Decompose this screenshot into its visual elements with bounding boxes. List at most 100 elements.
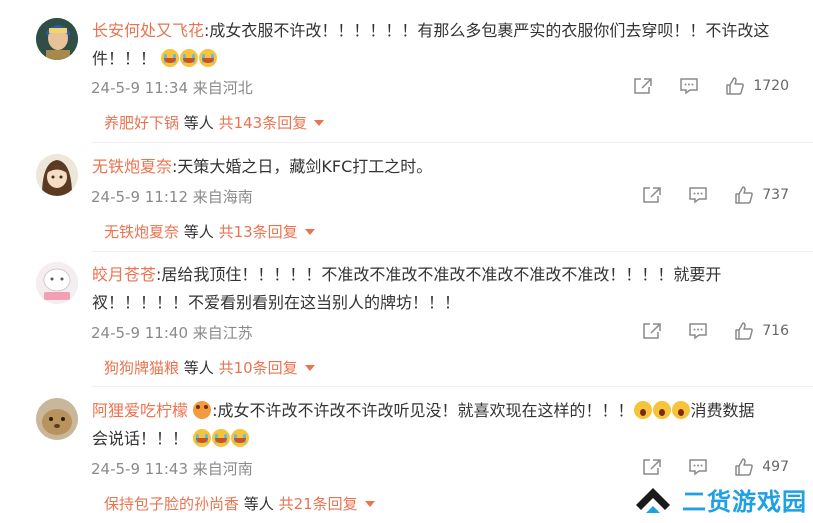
reply-username[interactable]: 狗狗牌猫粮 bbox=[104, 359, 179, 377]
comment-meta: 24-5-9 11:43 来自河南 bbox=[91, 458, 253, 479]
share-icon bbox=[643, 459, 662, 475]
like-count: 497 bbox=[762, 459, 789, 475]
comment-source: 来自河北 bbox=[192, 79, 253, 97]
comment-text: 阿狸爱吃柠檬 :成女不许改不许改不许改听见没！就喜欢现在这样的！！！ 消费数据 会… bbox=[92, 397, 792, 453]
reply-total[interactable]: 共13条回复 bbox=[219, 223, 298, 241]
comment-actions: 737 bbox=[616, 186, 789, 204]
like-button[interactable]: 1720 bbox=[725, 77, 789, 95]
shocked-emoji bbox=[652, 401, 671, 419]
comment-actions: 1720 bbox=[607, 77, 789, 95]
comment-button[interactable] bbox=[688, 322, 708, 340]
reply-total[interactable]: 共143条回复 bbox=[219, 114, 308, 132]
reply-username[interactable]: 无铁炮夏奈 bbox=[104, 223, 179, 241]
caret-down-icon bbox=[364, 501, 375, 507]
comment-body-line2: 会说话！！！ bbox=[92, 429, 189, 448]
share-button[interactable] bbox=[642, 458, 662, 476]
comment-body-line2: 衩！！！！！不爱看别看别在这当别人的牌坊！！！ bbox=[92, 293, 461, 312]
reply-total[interactable]: 共10条回复 bbox=[219, 359, 298, 377]
crying-emoji bbox=[199, 49, 218, 67]
crying-emoji bbox=[193, 429, 212, 447]
crying-emoji bbox=[180, 49, 199, 67]
reply-etc: 等人 bbox=[183, 114, 214, 132]
like-icon bbox=[735, 322, 754, 340]
caret-down-icon bbox=[314, 120, 325, 126]
watermark-logo-icon bbox=[636, 487, 670, 513]
reply-etc: 等人 bbox=[183, 223, 214, 241]
comment-username[interactable]: 皎月苍苍 bbox=[92, 265, 156, 284]
like-icon bbox=[726, 77, 745, 95]
share-icon bbox=[643, 187, 662, 203]
reply-username[interactable]: 养肥好下锅 bbox=[104, 114, 179, 132]
avatar-image bbox=[36, 398, 78, 440]
watermark: 二货游戏园 bbox=[632, 482, 807, 517]
like-count: 1720 bbox=[753, 78, 789, 94]
avatar[interactable] bbox=[36, 154, 78, 196]
avatar[interactable] bbox=[36, 18, 78, 60]
reply-total[interactable]: 共21条回复 bbox=[279, 495, 358, 513]
shocked-emoji bbox=[633, 401, 652, 419]
like-icon bbox=[735, 186, 754, 204]
comment-button[interactable] bbox=[688, 186, 708, 204]
avatar-image bbox=[36, 262, 78, 304]
avatar[interactable] bbox=[36, 398, 78, 440]
comment-source: 来自江苏 bbox=[192, 324, 253, 342]
like-count: 737 bbox=[762, 187, 789, 203]
share-icon bbox=[634, 78, 653, 94]
like-button[interactable]: 497 bbox=[734, 458, 789, 476]
comment-username[interactable]: 无铁炮夏奈 bbox=[92, 157, 172, 176]
comment-button[interactable] bbox=[688, 458, 708, 476]
comment-body: :居给我顶住！！！！！不准改不准改不准改不准改不准改不准改！！！！就要开 bbox=[156, 265, 722, 284]
share-button[interactable] bbox=[633, 77, 653, 95]
comment-icon bbox=[689, 459, 708, 476]
comment-body: :天策大婚之日，藏剑KFC打工之时。 bbox=[172, 157, 433, 176]
comment-button[interactable] bbox=[679, 77, 699, 95]
shocked-emoji bbox=[671, 401, 690, 419]
crying-emoji bbox=[231, 429, 250, 447]
divider bbox=[92, 251, 813, 252]
comment-username[interactable]: 长安何处又飞花 bbox=[92, 21, 204, 40]
comment-actions: 497 bbox=[616, 458, 789, 476]
reply-username[interactable]: 保持包子脸的孙尚香 bbox=[104, 495, 239, 513]
share-icon bbox=[643, 323, 662, 339]
comment-source: 来自河南 bbox=[192, 460, 253, 478]
reply-summary[interactable]: 养肥好下锅 等人 共143条回复 bbox=[104, 112, 325, 133]
comment-body: :成女不许改不许改不许改听见没！就喜欢现在这样的！！！ bbox=[212, 401, 634, 420]
comment-source: 来自海南 bbox=[192, 188, 253, 206]
avatar[interactable] bbox=[36, 262, 78, 304]
avatar-image bbox=[36, 154, 78, 196]
comment-date: 24-5-9 11:12 bbox=[91, 188, 188, 206]
badge-emoji bbox=[193, 401, 212, 419]
comment-meta: 24-5-9 11:34 来自河北 bbox=[91, 77, 253, 98]
comment-date: 24-5-9 11:34 bbox=[91, 79, 188, 97]
like-button[interactable]: 716 bbox=[734, 322, 789, 340]
crying-emoji bbox=[212, 429, 231, 447]
like-count: 716 bbox=[762, 323, 789, 339]
comment-meta: 24-5-9 11:12 来自海南 bbox=[91, 186, 253, 207]
comment-body: :成女衣服不许改！！！！！！有那么多包裹严实的衣服你们去穿呗！！不许改这 bbox=[204, 21, 770, 40]
like-button[interactable]: 737 bbox=[734, 186, 789, 204]
comment-icon bbox=[680, 78, 699, 95]
comment-body-tail: 消费数据 bbox=[690, 401, 755, 420]
reply-etc: 等人 bbox=[183, 359, 214, 377]
comment-meta: 24-5-9 11:40 来自江苏 bbox=[91, 322, 253, 343]
reply-summary[interactable]: 无铁炮夏奈 等人 共13条回复 bbox=[104, 221, 315, 242]
divider bbox=[92, 386, 813, 387]
comment-date: 24-5-9 11:40 bbox=[91, 324, 188, 342]
crying-emoji bbox=[161, 49, 180, 67]
watermark-text: 二货游戏园 bbox=[682, 488, 807, 516]
comment-icon bbox=[689, 323, 708, 340]
comment-actions: 716 bbox=[616, 322, 789, 340]
divider bbox=[92, 142, 813, 143]
caret-down-icon bbox=[304, 365, 315, 371]
reply-summary[interactable]: 保持包子脸的孙尚香 等人 共21条回复 bbox=[104, 493, 375, 514]
comment-date: 24-5-9 11:43 bbox=[91, 460, 188, 478]
comment-username[interactable]: 阿狸爱吃柠檬 bbox=[92, 401, 188, 420]
reply-etc: 等人 bbox=[243, 495, 274, 513]
comment-body-line2: 件！！！ bbox=[92, 49, 157, 68]
share-button[interactable] bbox=[642, 186, 662, 204]
avatar-image bbox=[36, 18, 78, 60]
reply-summary[interactable]: 狗狗牌猫粮 等人 共10条回复 bbox=[104, 357, 315, 378]
comment-text: 无铁炮夏奈:天策大婚之日，藏剑KFC打工之时。 bbox=[92, 153, 792, 181]
share-button[interactable] bbox=[642, 322, 662, 340]
like-icon bbox=[735, 458, 754, 476]
